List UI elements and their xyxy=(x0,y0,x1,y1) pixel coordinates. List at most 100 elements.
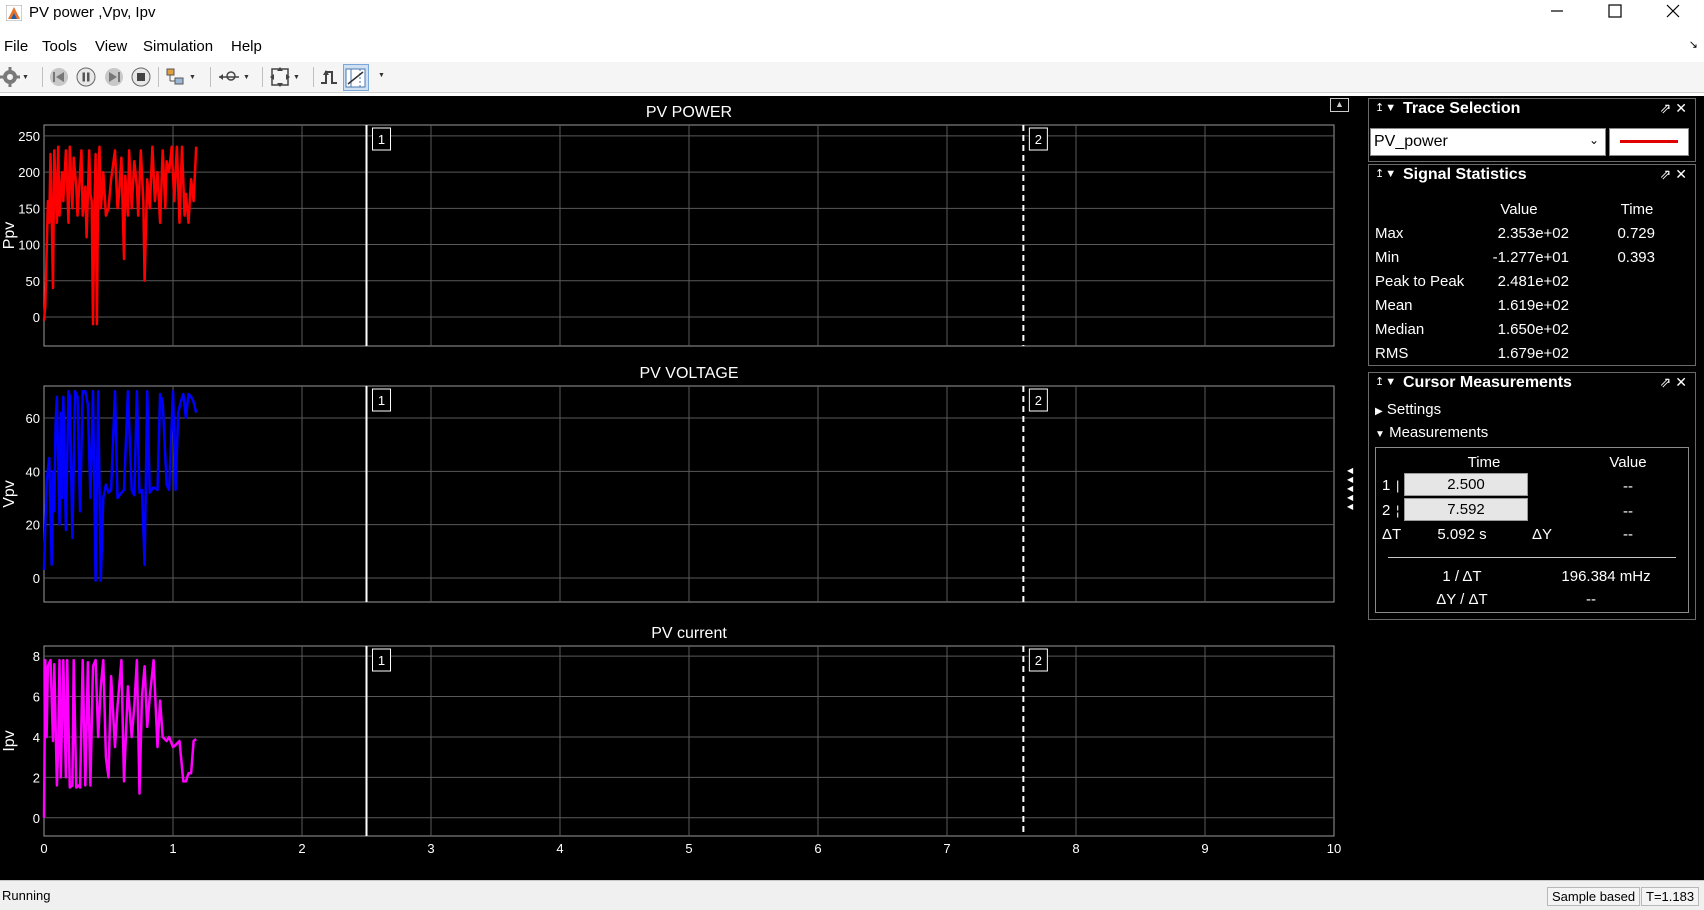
stop-button[interactable] xyxy=(131,65,151,89)
caret-down-icon: ▼ xyxy=(1375,429,1385,440)
measurements-section-toggle[interactable]: ▼ Measurements xyxy=(1375,424,1488,441)
triggers-button[interactable] xyxy=(318,65,340,89)
menu-file[interactable]: File xyxy=(4,38,28,55)
y-tick-label: 60 xyxy=(26,411,40,426)
solid-cursor-icon: | xyxy=(1396,478,1400,493)
panel-controls-icon[interactable]: ⇗ ✕ xyxy=(1660,166,1687,183)
toolbar: ▼ ▼ ▼ ▼ ▼ xyxy=(0,62,1704,93)
inv-delta-t-label: 1 / ΔT xyxy=(1442,568,1482,585)
sample-mode-indicator: Sample based xyxy=(1547,887,1641,906)
x-tick-label: 7 xyxy=(943,841,950,856)
menu-help[interactable]: Help xyxy=(231,38,262,55)
delta-y-over-delta-t-label: ΔY / ΔT xyxy=(1436,591,1488,608)
chevron-down-icon: ▼ xyxy=(189,73,196,81)
step-back-button[interactable] xyxy=(49,65,69,89)
x-tick-label: 10 xyxy=(1327,841,1341,856)
y-tick-label: 6 xyxy=(33,690,40,705)
x-tick-label: 0 xyxy=(40,841,47,856)
cursor-flag-label: 1 xyxy=(378,653,385,668)
step-back-icon xyxy=(50,68,68,86)
cursor-flag-label: 2 xyxy=(1035,393,1042,408)
stats-col-value: Value xyxy=(1500,201,1538,218)
stat-label: Min xyxy=(1375,249,1400,266)
signal-dropdown-value: PV_power xyxy=(1374,133,1448,150)
zoom-button[interactable]: ▼ xyxy=(217,65,250,89)
toolbar-separator xyxy=(262,67,263,87)
y-tick-label: 200 xyxy=(18,165,40,180)
pause-button[interactable] xyxy=(76,65,96,89)
chevron-down-icon: ⌄ xyxy=(1588,133,1599,147)
meas-col-time: Time xyxy=(1467,454,1501,471)
close-button[interactable] xyxy=(1644,0,1702,28)
x-tick-label: 3 xyxy=(427,841,434,856)
scope-display: 0 50 100 150 200 250 PV POWER Ppv 1 2 0 20 40 60 PV VO… xyxy=(0,96,1704,880)
panel-controls-icon[interactable]: ⇗ ✕ xyxy=(1660,374,1687,391)
settings-section-toggle[interactable]: ▶ Settings xyxy=(1375,401,1441,418)
scale-axes-button[interactable]: ▼ xyxy=(269,65,300,89)
stat-label: RMS xyxy=(1375,345,1409,362)
inv-delta-t-value: 196.384 mHz xyxy=(1561,568,1651,585)
maximize-button[interactable] xyxy=(1586,0,1644,28)
y-tick-label: 100 xyxy=(18,238,40,253)
step-forward-icon xyxy=(105,68,123,86)
triggers-icon xyxy=(321,70,337,84)
y-tick-label: 0 xyxy=(33,571,40,586)
stat-value: 2.353e+02 xyxy=(1497,225,1569,242)
menu-tools[interactable]: Tools xyxy=(42,38,77,55)
collapse-panel-arrows-icon[interactable]: ◀ ◀ ◀ ◀ ◀ xyxy=(1347,466,1359,511)
stat-value: 1.679e+02 xyxy=(1497,345,1569,362)
menu-simulation[interactable]: Simulation xyxy=(143,38,213,55)
x-tick-label: 1 xyxy=(169,841,176,856)
y-axis-label: Vpv xyxy=(1,480,18,508)
menu-view[interactable]: View xyxy=(95,38,127,55)
minimize-icon xyxy=(1551,10,1563,12)
settings-button[interactable]: ▼ xyxy=(0,65,29,89)
stat-value: 1.619e+02 xyxy=(1497,297,1569,314)
cursor1-time-input[interactable]: 2.500 xyxy=(1404,473,1528,496)
panel-controls-icon[interactable]: ⇗ ✕ xyxy=(1660,100,1687,117)
signal-dropdown[interactable]: PV_power ⌄ xyxy=(1370,128,1606,156)
y-tick-label: 250 xyxy=(18,129,40,144)
y-tick-label: 2 xyxy=(33,770,40,785)
x-tick-label: 9 xyxy=(1201,841,1208,856)
x-tick-label: 2 xyxy=(298,841,305,856)
highlight-icon xyxy=(166,68,184,85)
cursor-measurements-button[interactable] xyxy=(343,64,369,91)
toolbar-separator xyxy=(210,67,211,87)
trace-color-swatch[interactable] xyxy=(1609,128,1689,156)
stat-label: Max xyxy=(1375,225,1404,242)
minimize-button[interactable] xyxy=(1528,0,1586,28)
delta-t-label: ΔT xyxy=(1382,526,1402,543)
highlight-button[interactable]: ▼ xyxy=(165,65,196,89)
zoom-icon xyxy=(219,71,239,81)
caret-right-icon: ▶ xyxy=(1375,406,1383,417)
trace-selection-panel: ↥▼ Trace Selection ⇗ ✕ PV_power ⌄ xyxy=(1368,98,1696,162)
chevron-down-icon[interactable]: ▼ xyxy=(378,72,385,79)
delta-t-value: 5.092 s xyxy=(1437,526,1487,543)
meas-col-value: Value xyxy=(1609,454,1647,471)
delta-y-value: -- xyxy=(1623,526,1633,543)
menu-bar: File Tools View Simulation Help ↘ xyxy=(0,32,1704,63)
cursor-flag-label: 2 xyxy=(1035,132,1042,147)
stats-col-time: Time xyxy=(1620,201,1654,218)
pin-menu-icon[interactable]: ↥▼ xyxy=(1375,101,1397,114)
cursor2-time-input[interactable]: 7.592 xyxy=(1404,498,1528,521)
pin-menu-icon[interactable]: ↥▼ xyxy=(1375,167,1397,180)
stat-label: Median xyxy=(1375,321,1425,338)
undock-arrow-icon[interactable]: ↘ xyxy=(1689,38,1698,51)
stat-time: 0.393 xyxy=(1617,249,1655,266)
toolbar-separator xyxy=(158,67,159,87)
matlab-scope-icon xyxy=(6,5,22,21)
cursor1-value: -- xyxy=(1623,478,1633,495)
maximize-icon xyxy=(1608,4,1622,18)
close-icon xyxy=(1666,4,1680,18)
cursor-flag-label: 1 xyxy=(378,132,385,147)
pin-menu-icon[interactable]: ↥▼ xyxy=(1375,375,1397,388)
window-title: PV power ,Vpv, Ipv xyxy=(29,4,156,21)
status-text: Running xyxy=(2,888,51,903)
step-forward-button[interactable] xyxy=(104,65,124,89)
cursor1-label: 1 xyxy=(1382,477,1391,494)
undock-plot-icon[interactable]: ▲ xyxy=(1330,98,1349,112)
dashed-cursor-icon: ¦ xyxy=(1396,503,1400,518)
chevron-down-icon: ▼ xyxy=(243,73,250,81)
